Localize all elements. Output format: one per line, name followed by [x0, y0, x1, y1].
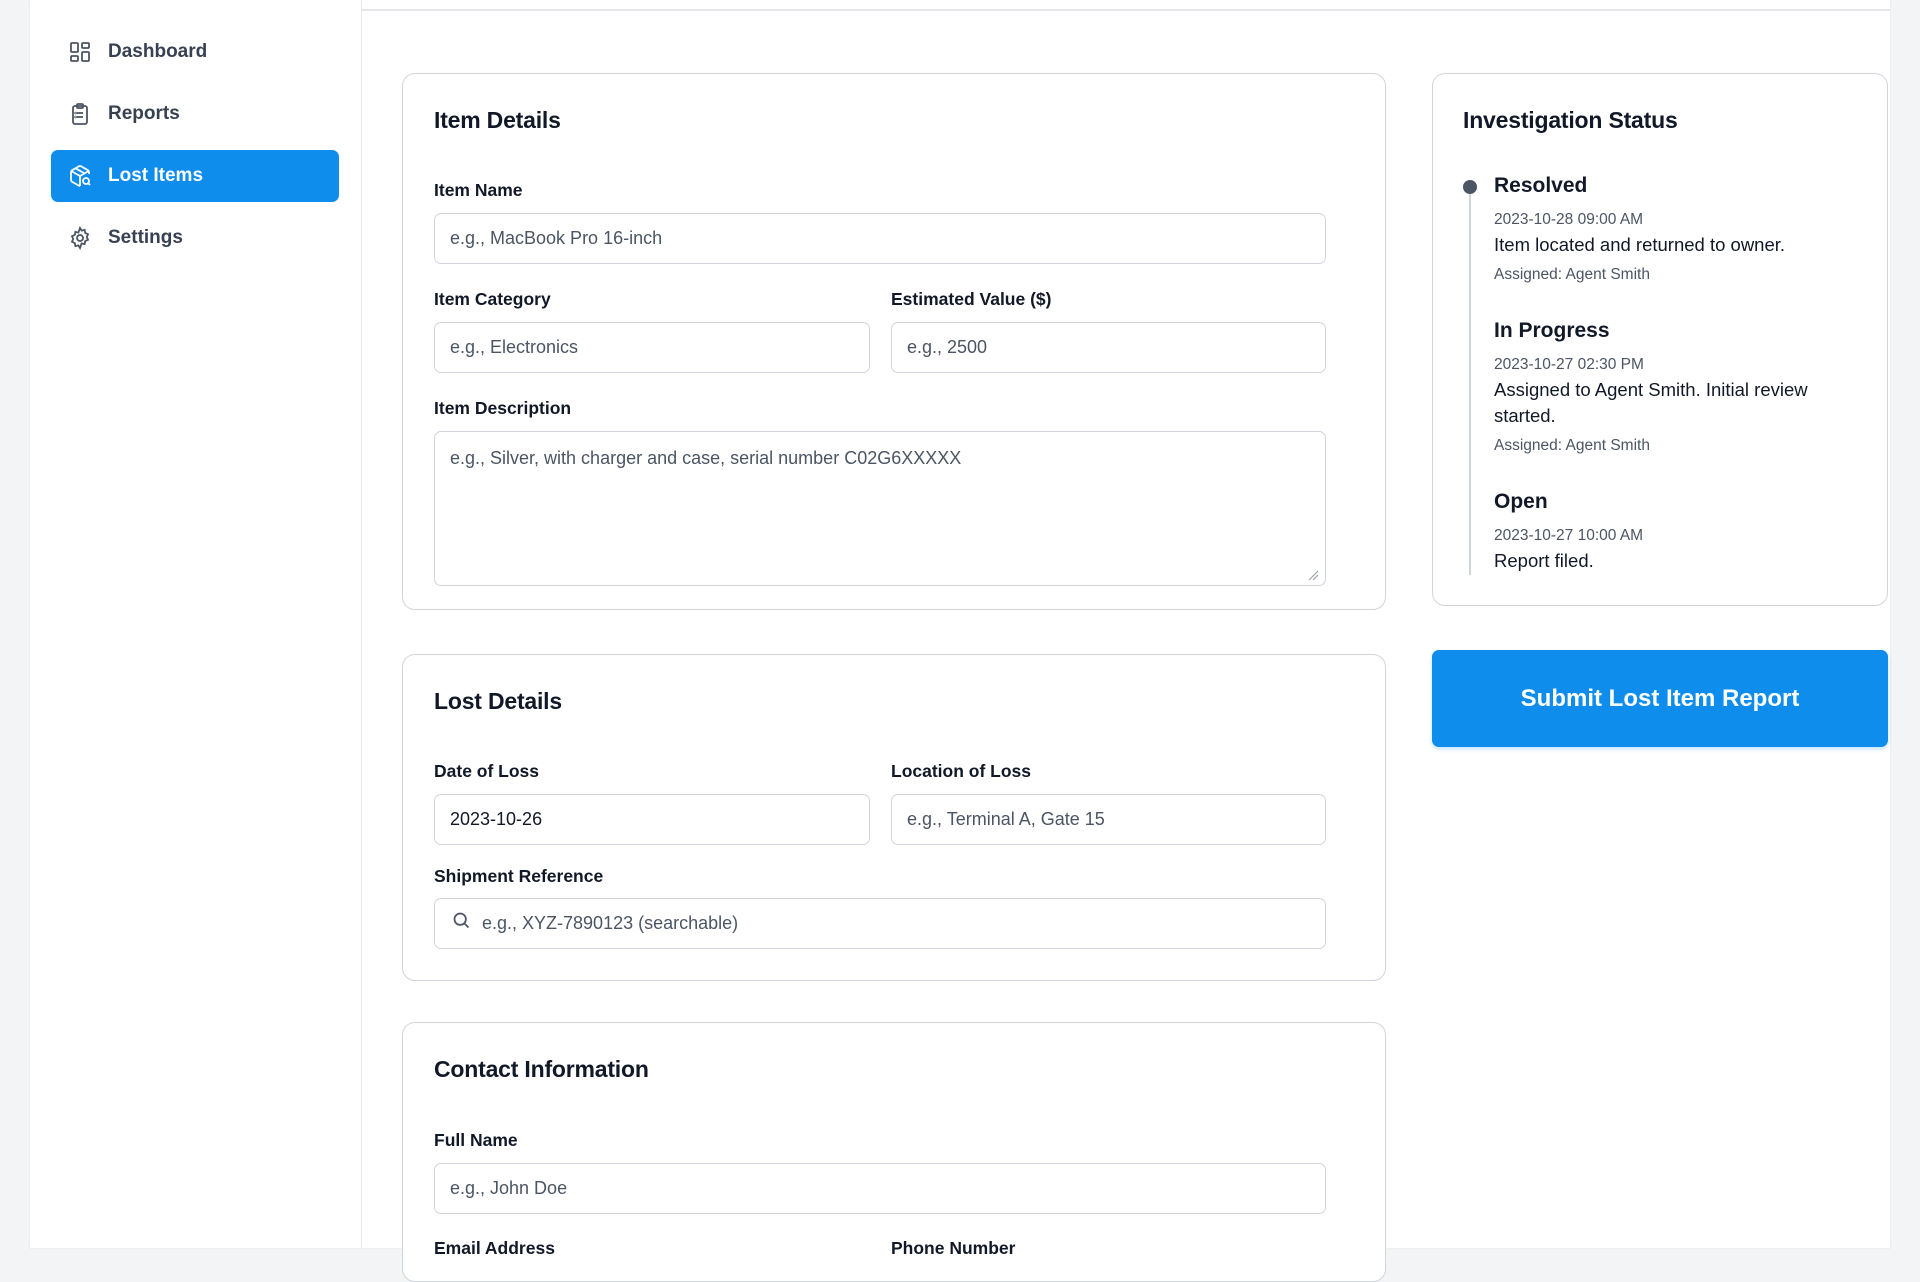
status-time: 2023-10-27 10:00 AM	[1494, 527, 1644, 544]
clipboard-icon	[68, 102, 92, 126]
header-divider	[362, 0, 1890, 11]
sidebar-item-label: Dashboard	[108, 41, 208, 62]
sidebar-item-label: Settings	[108, 227, 183, 248]
status-assigned: Assigned: Agent Smith	[1494, 266, 1650, 283]
app-window: Dashboard Reports Lost Items Settings It…	[30, 0, 1890, 1282]
sidebar-item-reports[interactable]: Reports	[51, 88, 339, 140]
investigation-status-title: Investigation Status	[1463, 107, 1678, 133]
status-description: Item located and returned to owner.	[1494, 234, 1786, 255]
status-time: 2023-10-28 09:00 AM	[1494, 211, 1644, 228]
status-assigned: Assigned: Agent Smith	[1494, 437, 1650, 454]
submit-lost-item-report-button[interactable]: Submit Lost Item Report	[1432, 650, 1888, 747]
resize-handle-icon[interactable]	[1305, 567, 1319, 581]
sidebar-item-label: Reports	[108, 103, 180, 124]
sidebar-item-settings[interactable]: Settings	[51, 212, 339, 264]
phone-number-label: Phone Number	[891, 1238, 1016, 1258]
status-description: Assigned to Agent Smith. Initial review …	[1494, 379, 1808, 426]
package-search-icon	[68, 164, 92, 188]
email-address-label: Email Address	[434, 1238, 555, 1258]
item-name-label: Item Name	[434, 180, 523, 200]
item-details-title: Item Details	[434, 107, 561, 133]
status-description: Report filed.	[1494, 550, 1594, 571]
estimated-value-label: Estimated Value ($)	[891, 289, 1052, 309]
status-title-open: Open	[1494, 490, 1548, 513]
sidebar-item-lost-items[interactable]: Lost Items	[51, 150, 339, 202]
gear-icon	[68, 226, 92, 250]
full-name-input[interactable]: e.g., John Doe	[434, 1163, 1326, 1214]
lost-details-title: Lost Details	[434, 688, 562, 714]
shipment-reference-input[interactable]: e.g., XYZ-7890123 (searchable)	[434, 898, 1326, 949]
date-of-loss-input[interactable]: 2023-10-26	[434, 794, 870, 845]
sidebar-item-label: Lost Items	[108, 165, 204, 186]
item-category-label: Item Category	[434, 289, 551, 309]
estimated-value-input[interactable]: e.g., 2500	[891, 322, 1326, 373]
full-name-label: Full Name	[434, 1130, 518, 1150]
item-description-placeholder: e.g., Silver, with charger and case, ser…	[450, 448, 962, 468]
status-time: 2023-10-27 02:30 PM	[1494, 356, 1644, 373]
status-title-in-progress: In Progress	[1494, 319, 1610, 342]
search-icon	[453, 912, 470, 929]
timeline-line	[1469, 182, 1471, 575]
item-description-label: Item Description	[434, 398, 572, 418]
contact-information-title: Contact Information	[434, 1056, 649, 1082]
dashboard-icon	[68, 40, 92, 64]
sidebar: Dashboard Reports Lost Items Settings	[30, 0, 362, 1248]
item-category-input[interactable]: e.g., Electronics	[434, 322, 870, 373]
status-title-resolved: Resolved	[1494, 174, 1588, 197]
sidebar-item-dashboard[interactable]: Dashboard	[51, 26, 339, 78]
shipment-reference-label: Shipment Reference	[434, 866, 604, 886]
timeline-dot	[1463, 180, 1477, 194]
item-description-textarea[interactable]: e.g., Silver, with charger and case, ser…	[434, 431, 1326, 586]
date-of-loss-label: Date of Loss	[434, 761, 540, 781]
location-of-loss-input[interactable]: e.g., Terminal A, Gate 15	[891, 794, 1326, 845]
item-name-input[interactable]: e.g., MacBook Pro 16-inch	[434, 213, 1326, 264]
location-of-loss-label: Location of Loss	[891, 761, 1031, 781]
shipment-reference-placeholder: e.g., XYZ-7890123 (searchable)	[482, 913, 739, 933]
